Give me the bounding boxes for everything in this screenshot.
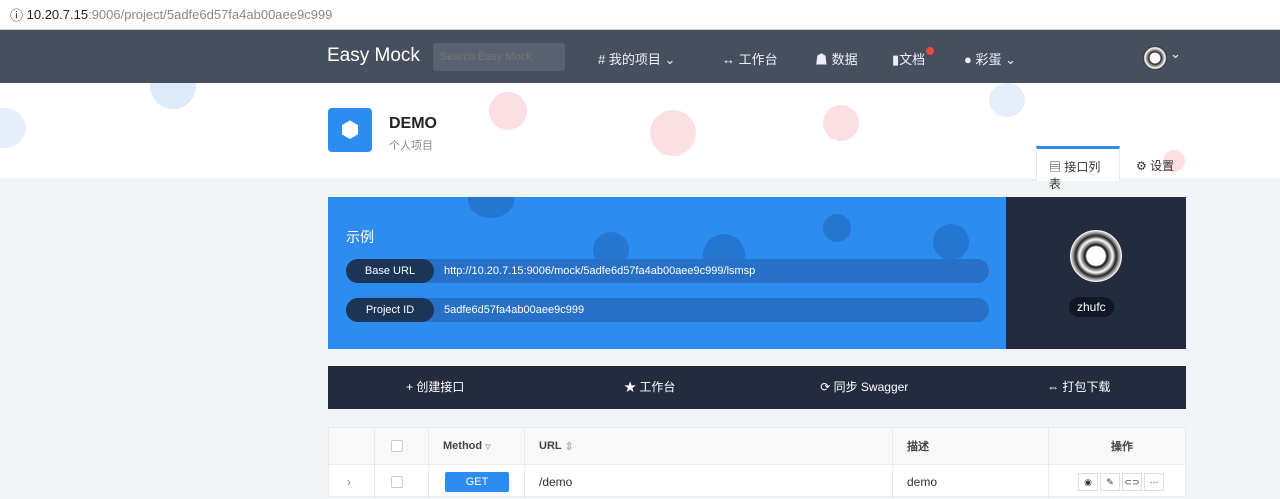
api-table: Method ▿ URL ⇕ 描述 操作 › GET /demo demo ◉ ✎… [328,427,1186,499]
desc-header: 描述 [893,428,1049,464]
workbench-button[interactable]: ★ 工作台 [543,366,758,409]
nav-data[interactable]: ☗ 数据 [815,49,858,68]
link-icon[interactable]: ⊂⊃ [1122,473,1142,491]
method-header[interactable]: Method ▿ [429,428,525,464]
nav-docs[interactable]: ▮文档 [892,49,925,68]
filter-icon: ▿ [485,440,491,453]
table-header: Method ▿ URL ⇕ 描述 操作 [329,428,1185,465]
project-type: 个人项目 [389,140,433,152]
table-row: › GET /demo demo ◉ ✎ ⊂⊃ ⋯ [329,465,1185,499]
owner-avatar [1070,230,1122,282]
top-nav: Easy Mock # 我的项目 ⌄ ↔ 工作台 ☗ 数据 ▮文档 ● 彩蛋 ⌄… [0,30,1280,83]
base-url-field[interactable]: Base URL http://10.20.7.15:9006/mock/5adf… [346,259,989,283]
project-id-field[interactable]: Project ID 5adfe6d57fa4ab00aee9c999 [346,298,989,322]
download-button[interactable]: ⇔ 打包下载 [972,366,1187,409]
more-icon[interactable]: ⋯ [1144,473,1164,491]
edit-icon[interactable]: ✎ [1100,473,1120,491]
info-icon: ⓘ [10,8,27,23]
desc-cell: demo [893,465,1049,499]
owner-panel: zhufc [1006,197,1186,349]
expand-icon[interactable]: › [329,465,375,499]
user-avatar[interactable] [1143,46,1167,70]
create-api-button[interactable]: + 创建接口 [328,366,543,409]
address-bar[interactable]: ⓘ 10.20.7.15:9006/project/5adfe6d57fa4ab… [0,0,1280,30]
cube-icon: ⬢ [328,108,372,152]
method-badge: GET [445,472,509,492]
sync-swagger-button[interactable]: ⟳ 同步 Swagger [757,366,972,409]
select-all-checkbox[interactable] [391,440,403,452]
owner-name: zhufc [1069,297,1114,317]
ops-header: 操作 [1111,441,1133,453]
nav-easter-egg[interactable]: ● 彩蛋 ⌄ [964,49,1016,68]
url-cell: /demo [525,465,893,499]
sort-icon: ⇕ [564,440,574,453]
project-title: DEMO [389,115,437,132]
row-checkbox[interactable] [391,476,403,488]
nav-my-projects[interactable]: # 我的项目 ⌄ [598,49,675,68]
chevron-down-icon[interactable]: ⌄ [1170,46,1181,62]
tab-api-list[interactable]: ▤ 接口列表 [1036,146,1120,191]
project-info-card: 示例 Base URL http://10.20.7.15:9006/mock/5… [328,197,1006,349]
url-header[interactable]: URL ⇕ [525,428,893,464]
nav-workbench[interactable]: ↔ 工作台 [722,49,778,68]
search-input[interactable] [433,43,565,71]
card-title: 示例 [346,229,374,245]
notification-dot [926,47,934,55]
tab-settings[interactable]: ⚙ 设置 [1124,146,1186,181]
preview-icon[interactable]: ◉ [1078,473,1098,491]
logo[interactable]: Easy Mock [327,45,420,67]
action-bar: + 创建接口 ★ 工作台 ⟳ 同步 Swagger ⇔ 打包下载 [328,366,1186,409]
